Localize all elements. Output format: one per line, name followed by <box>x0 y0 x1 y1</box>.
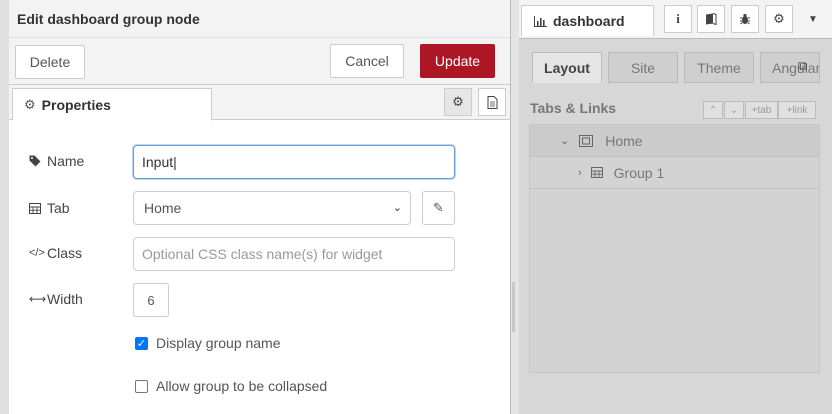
tab-dashboard-label: dashboard <box>553 13 625 29</box>
tab-properties-label: Properties <box>41 96 111 113</box>
tree-item-home-label: Home <box>605 132 643 149</box>
debug-button[interactable] <box>731 5 759 33</box>
display-group-name-checkbox[interactable]: ✓ <box>135 336 148 350</box>
gear-icon: ⚙ <box>452 94 464 109</box>
allow-collapse-row: Allow group to be collapsed <box>135 378 327 394</box>
tray-toolbar: Delete Cancel Update <box>9 38 510 85</box>
config-button[interactable]: ⚙ <box>765 5 793 33</box>
tray-tabbar: ⚙ Properties ⚙ <box>9 85 510 121</box>
tab-properties[interactable]: ⚙ Properties <box>12 88 212 121</box>
allow-collapse-label: Allow group to be collapsed <box>156 378 328 394</box>
name-field[interactable]: Input | <box>133 145 455 179</box>
tag-icon <box>29 155 41 167</box>
description-tab-button[interactable] <box>478 88 506 116</box>
tree-item-home[interactable]: ⌄ Home <box>530 125 819 157</box>
tab-label: Tab <box>47 200 70 216</box>
tab-layout[interactable]: Layout <box>532 52 602 83</box>
tab-label-row: Tab <box>29 200 70 216</box>
tray-title: Edit dashboard group node <box>17 11 200 27</box>
bug-icon <box>740 13 750 25</box>
resizer-grip[interactable] <box>512 282 515 332</box>
cancel-button[interactable]: Cancel <box>330 44 404 78</box>
tabs-links-tree: ⌄ Home › Group 1 <box>529 124 820 373</box>
table-icon <box>29 202 41 214</box>
tabs-links-title: Tabs & Links <box>530 100 617 116</box>
width-value: 6 <box>147 292 155 308</box>
width-arrows-icon: ⟷ <box>29 292 47 306</box>
code-icon: </> <box>29 247 45 259</box>
allow-collapse-checkbox[interactable] <box>135 379 148 393</box>
chevron-down-icon[interactable]: ⌄ <box>560 134 569 147</box>
sidebar: dashboard i ⚙ ▼ Layout Site Theme Angula… <box>519 0 832 414</box>
tab-frame-icon <box>579 134 594 147</box>
tree-item-group-1-label: Group 1 <box>613 164 665 181</box>
name-field-value: Input <box>142 154 174 170</box>
class-field-placeholder: Optional CSS class name(s) for widget <box>142 246 383 262</box>
class-label: Class <box>47 245 83 261</box>
add-tab-button[interactable]: +tab <box>745 101 778 119</box>
update-button[interactable]: Update <box>420 44 495 78</box>
external-link-icon[interactable]: ⧉ <box>798 58 807 74</box>
table-icon <box>590 167 603 178</box>
gear-icon: ⚙ <box>773 11 785 26</box>
tab-select[interactable]: Home ⌄ <box>133 191 411 225</box>
class-field[interactable]: Optional CSS class name(s) for widget <box>133 237 455 271</box>
tab-dashboard[interactable]: dashboard <box>521 5 654 36</box>
chevron-down-icon: ⌄ <box>392 202 402 214</box>
width-label: Width <box>47 291 83 307</box>
sidebar-menu-button[interactable]: ▼ <box>799 5 827 33</box>
display-group-name-row: ✓ Display group name <box>135 335 281 351</box>
info-icon: i <box>676 11 680 26</box>
chevron-right-icon[interactable]: › <box>578 167 582 179</box>
collapse-all-button[interactable]: ⌃ <box>703 101 723 119</box>
tab-theme[interactable]: Theme <box>684 52 754 83</box>
pencil-icon: ✎ <box>433 200 444 215</box>
tree-item-group-1[interactable]: › Group 1 <box>530 157 819 189</box>
delete-button[interactable]: Delete <box>15 45 85 79</box>
sidebar-tabbar: dashboard i ⚙ ▼ <box>519 0 832 39</box>
document-icon <box>487 95 497 109</box>
add-link-button[interactable]: +link <box>778 101 816 119</box>
width-button[interactable]: 6 <box>133 283 169 317</box>
display-group-name-label: Display group name <box>156 335 281 351</box>
info-button[interactable]: i <box>664 5 692 33</box>
edit-tab-button[interactable]: ✎ <box>422 191 455 225</box>
help-button[interactable] <box>697 5 725 33</box>
panel-resizer[interactable] <box>511 0 519 414</box>
tab-site[interactable]: Site <box>608 52 678 83</box>
edit-tray: Edit dashboard group node Delete Cancel … <box>0 0 511 414</box>
tray-edge <box>0 0 9 414</box>
tab-select-value: Home <box>144 200 182 216</box>
settings-tab-button[interactable]: ⚙ <box>444 88 472 116</box>
tray-header: Edit dashboard group node <box>9 0 510 38</box>
name-label-row: Name <box>29 153 84 169</box>
bar-chart-icon <box>534 15 547 27</box>
book-icon <box>706 13 717 25</box>
class-label-row: </> Class <box>29 245 82 261</box>
gear-icon: ⚙ <box>24 96 36 112</box>
expand-all-button[interactable]: ⌄ <box>724 101 744 119</box>
name-label: Name <box>47 153 85 169</box>
chevron-down-icon: ▼ <box>808 13 818 25</box>
width-label-row: ⟷ Width <box>29 291 83 307</box>
tab-angular[interactable]: Angular <box>760 52 820 83</box>
